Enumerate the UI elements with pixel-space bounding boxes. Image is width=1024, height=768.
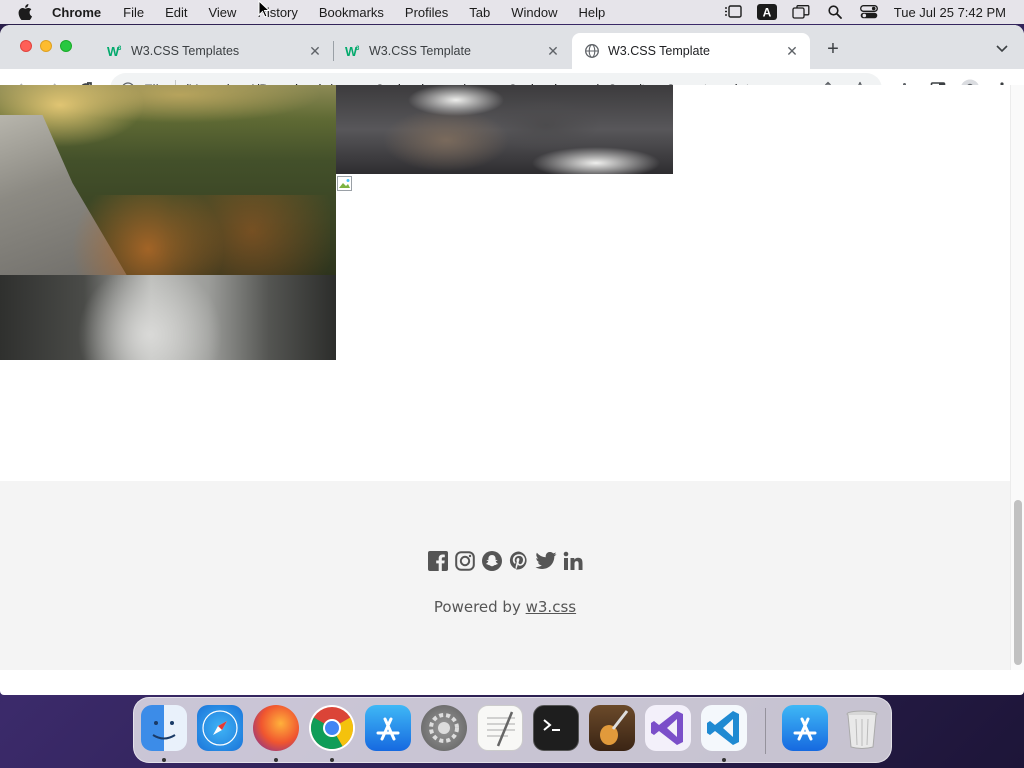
globe-icon (584, 43, 600, 59)
app-store-icon[interactable] (365, 705, 411, 751)
finder-running-indicator (162, 758, 166, 762)
autumn-foliage-shape (70, 195, 330, 275)
menu-help[interactable]: Help (579, 5, 606, 20)
menu-window[interactable]: Window (511, 5, 557, 20)
dock-separator (765, 708, 766, 754)
tab-w3css-template[interactable]: W3 W3.CSS Template ✕ (333, 33, 571, 69)
instruments-guitar-icon[interactable] (589, 705, 635, 751)
macos-dock (133, 697, 892, 763)
twitter-icon[interactable] (535, 550, 557, 572)
apple-menu-icon[interactable] (18, 4, 36, 20)
menu-app-name[interactable]: Chrome (52, 5, 101, 20)
close-tab-icon[interactable]: ✕ (307, 43, 323, 59)
page-content: Powered by w3.css (0, 85, 1010, 670)
powered-by-prefix: Powered by (433, 598, 521, 616)
linkedin-icon[interactable] (562, 550, 584, 572)
tab-title: W3.CSS Templates (131, 44, 240, 58)
new-tab-button[interactable]: + (822, 39, 844, 59)
screen-mirror-icon[interactable] (784, 5, 818, 19)
social-icons-row (0, 550, 1010, 572)
menubar-clock[interactable]: Tue Jul 25 7:42 PM (894, 5, 1006, 20)
app-store-download-icon[interactable] (782, 705, 828, 751)
scrollbar-thumb[interactable] (1014, 500, 1022, 665)
spotlight-search-icon[interactable] (818, 5, 852, 19)
menu-profiles[interactable]: Profiles (405, 5, 448, 20)
safari-icon[interactable] (197, 705, 243, 751)
instagram-icon[interactable] (454, 550, 476, 572)
tab-title: W3.CSS Template (608, 44, 710, 58)
menu-view[interactable]: View (208, 5, 236, 20)
river-rocks-photo[interactable] (336, 85, 673, 174)
powered-by-text: Powered by w3.css (0, 598, 1010, 616)
page-scrollbar[interactable] (1010, 85, 1024, 670)
mouse-cursor-icon (258, 0, 270, 18)
foggy-cliffs-photo[interactable] (0, 275, 336, 360)
page-footer: Powered by w3.css (0, 481, 1010, 670)
textedit-icon[interactable] (477, 705, 523, 751)
menu-tab[interactable]: Tab (469, 5, 490, 20)
trash-icon[interactable] (839, 705, 885, 751)
svg-text:A: A (762, 6, 771, 20)
tab-w3css-template-active[interactable]: W3.CSS Template ✕ (572, 33, 810, 69)
svg-text:3: 3 (118, 46, 122, 52)
chrome-running-indicator (330, 758, 334, 762)
vscode-running-indicator (722, 758, 726, 762)
snapchat-icon[interactable] (481, 550, 503, 572)
mountain-forest-photo[interactable] (0, 85, 336, 275)
keyboard-input-a-icon[interactable]: A (750, 4, 784, 20)
facebook-icon[interactable] (427, 550, 449, 572)
close-window-button[interactable] (20, 40, 32, 52)
menubar-status-area: A Tue Jul 25 7:42 PM (716, 0, 1006, 24)
system-preferences-gear-icon[interactable] (421, 705, 467, 751)
firefox-icon[interactable] (253, 705, 299, 751)
minimize-window-button[interactable] (40, 40, 52, 52)
visual-studio-icon[interactable] (645, 705, 691, 751)
tab-title: W3.CSS Template (369, 44, 471, 58)
finder-icon[interactable] (141, 705, 187, 751)
menu-file[interactable]: File (123, 5, 144, 20)
close-tab-icon[interactable]: ✕ (784, 43, 800, 59)
tab-strip: W3 W3.CSS Templates ✕ W3 W3.CSS Template… (0, 25, 1024, 69)
tab-search-chevron-down-icon[interactable] (994, 40, 1010, 56)
tab-w3css-templates[interactable]: W3 W3.CSS Templates ✕ (95, 33, 334, 69)
broken-image-icon[interactable] (337, 176, 353, 192)
zoom-window-button[interactable] (60, 40, 72, 52)
chrome-icon[interactable] (309, 705, 355, 751)
vscode-icon[interactable] (701, 705, 747, 751)
pinterest-icon[interactable] (508, 550, 530, 572)
control-center-icon[interactable] (852, 5, 886, 19)
close-tab-icon[interactable]: ✕ (545, 43, 561, 59)
w3schools-icon: W3 (107, 43, 123, 59)
menu-bookmarks[interactable]: Bookmarks (319, 5, 384, 20)
menu-edit[interactable]: Edit (165, 5, 187, 20)
terminal-icon[interactable] (533, 705, 579, 751)
svg-text:3: 3 (356, 46, 360, 52)
window-controls (20, 40, 72, 52)
airplay-icon[interactable] (716, 5, 750, 19)
macos-menubar: Chrome File Edit View History Bookmarks … (0, 0, 1024, 24)
firefox-running-indicator (274, 758, 278, 762)
w3css-link[interactable]: w3.css (526, 598, 576, 616)
w3schools-icon: W3 (345, 43, 361, 59)
